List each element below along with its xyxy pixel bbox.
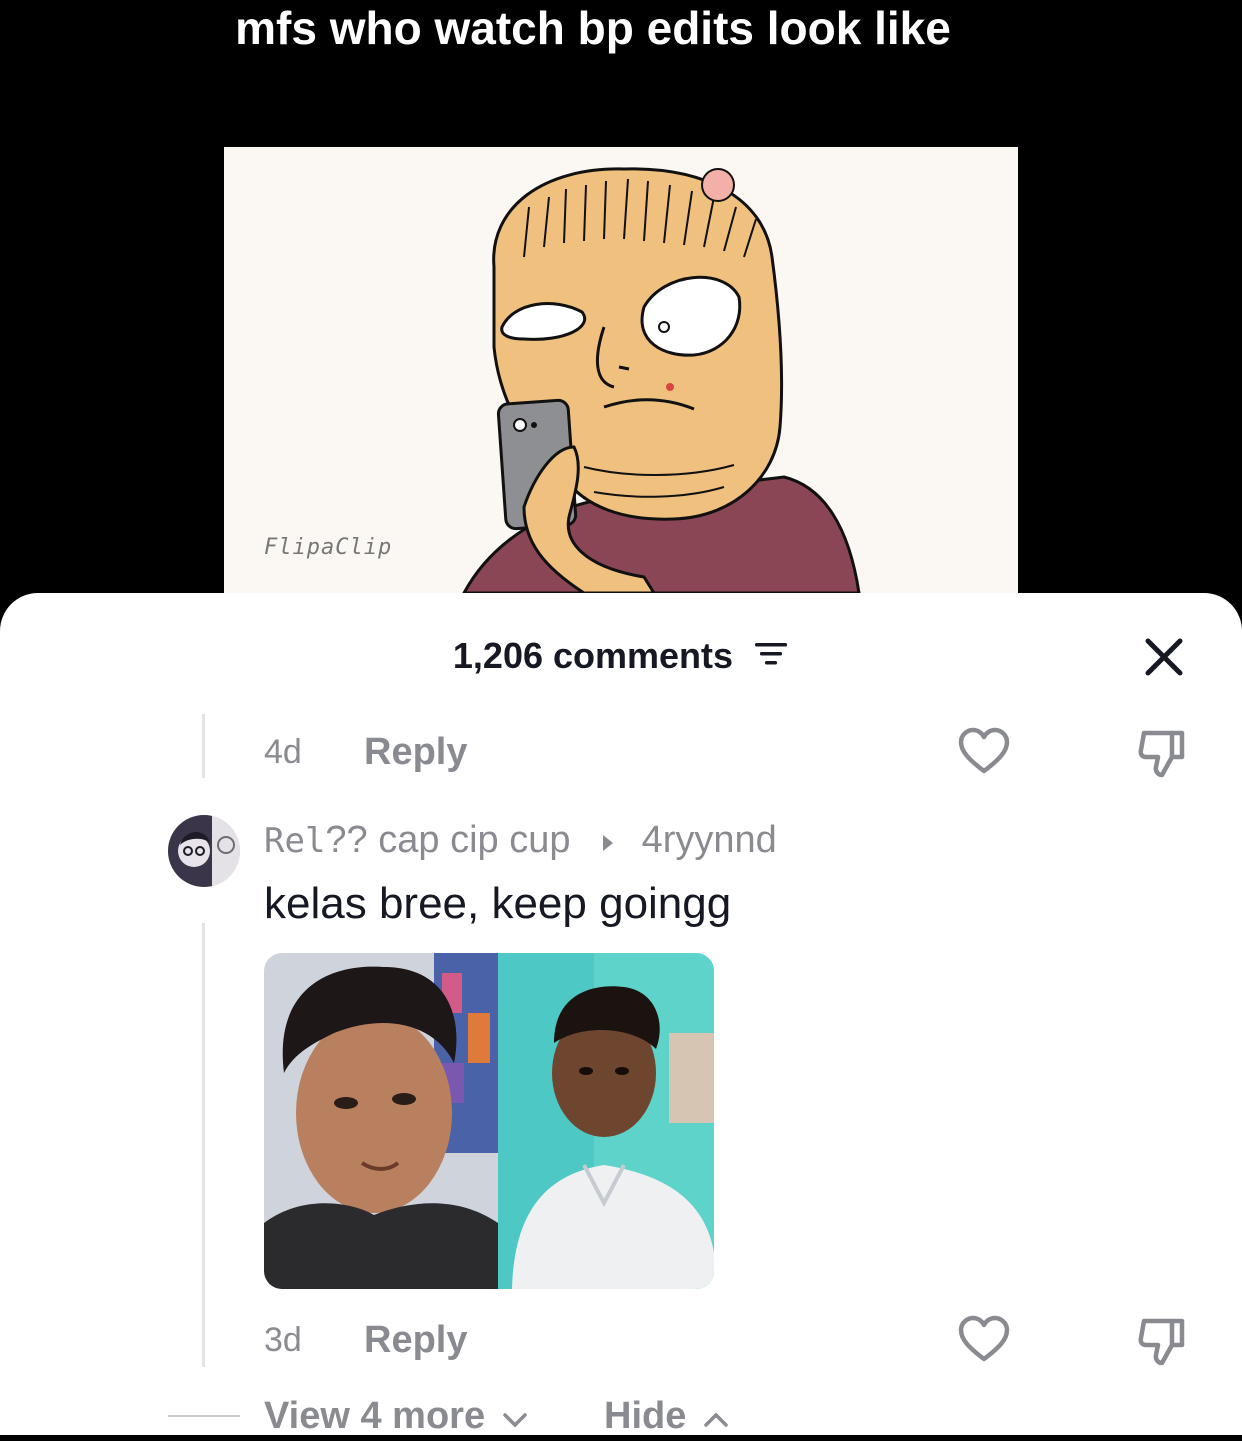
comment-timestamp: 4d xyxy=(264,733,302,771)
comment-timestamp: 3d xyxy=(264,1321,302,1359)
reply-comment-actions: 3d Reply xyxy=(264,1315,1204,1367)
thread-line-top xyxy=(202,714,205,778)
previous-comment-actions: 4d Reply xyxy=(264,727,1204,779)
video-caption: mfs who watch bp edits look like xyxy=(235,2,951,54)
thread-divider xyxy=(168,1415,240,1417)
comments-count: 1,206 comments xyxy=(452,635,734,677)
avatar[interactable] xyxy=(168,815,240,887)
reply-button[interactable]: Reply xyxy=(364,731,467,774)
thread-controls: View 4 more Hide xyxy=(168,1391,868,1441)
view-more-replies-button[interactable]: View 4 more xyxy=(264,1395,528,1439)
thread-line-main xyxy=(202,923,205,1367)
heart-icon[interactable] xyxy=(958,727,1010,777)
reply-to-username[interactable]: 4ryynnd xyxy=(642,819,777,861)
comment-text: kelas bree, keep goingg xyxy=(264,879,732,928)
hide-replies-button[interactable]: Hide xyxy=(604,1395,729,1439)
chevron-up-icon xyxy=(703,1396,729,1439)
comments-sheet: 1,206 comments 4d Reply Rel?? cap cip cu… xyxy=(0,593,1242,1437)
reply-arrow-icon xyxy=(601,820,615,863)
thumbs-down-icon[interactable] xyxy=(1136,727,1188,779)
cartoon-illustration xyxy=(462,167,861,593)
comments-header: 1,206 comments xyxy=(0,621,1242,691)
comments-count-heading: 1,206 comments xyxy=(0,633,1242,677)
watermark-text: FlipaClip xyxy=(264,535,393,560)
thumbs-down-icon[interactable] xyxy=(1136,1315,1188,1367)
comment-author-line: Rel?? cap cip cup 4ryynnd xyxy=(264,819,777,863)
chevron-down-icon xyxy=(502,1396,528,1439)
video-frame[interactable]: FlipaClip xyxy=(224,147,1018,593)
filter-icon[interactable] xyxy=(753,635,789,677)
author-name[interactable]: Rel?? cap cip cup xyxy=(264,819,570,861)
comment-photo[interactable] xyxy=(264,953,714,1289)
reply-button[interactable]: Reply xyxy=(364,1319,467,1362)
heart-icon[interactable] xyxy=(958,1315,1010,1365)
close-icon[interactable] xyxy=(1140,633,1188,681)
